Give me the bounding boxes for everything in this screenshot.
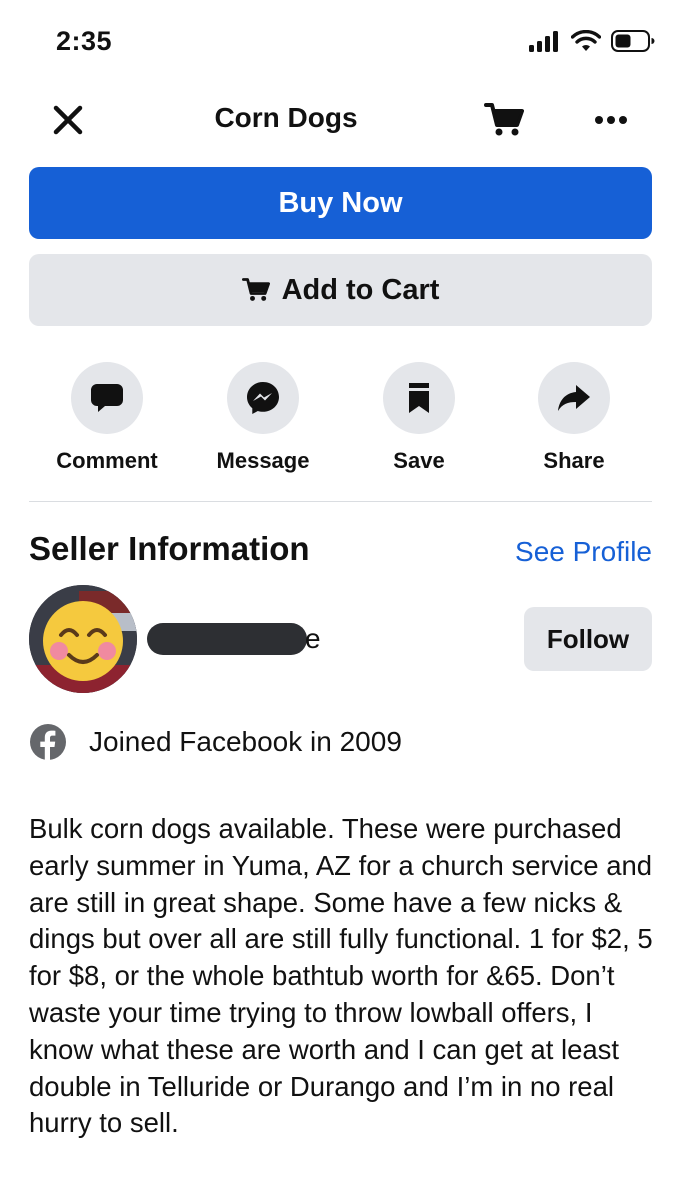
- save-action[interactable]: Save: [349, 362, 489, 474]
- status-icons: [529, 30, 655, 52]
- messenger-icon: [247, 382, 279, 414]
- status-time: 2:35: [56, 26, 113, 56]
- seller-name-suffix: e: [305, 623, 321, 654]
- more-button[interactable]: [592, 108, 632, 132]
- signal-icon: [529, 31, 558, 52]
- share-label: Share: [543, 448, 605, 473]
- listing-description: Bulk corn dogs available. These were pur…: [29, 813, 653, 1139]
- smiling-emoji-icon: [29, 585, 137, 693]
- cart-button[interactable]: [484, 102, 524, 138]
- cart-icon: [484, 103, 524, 136]
- message-action[interactable]: Message: [193, 362, 333, 474]
- bookmark-icon: [409, 383, 429, 413]
- page-title: Corn Dogs: [214, 102, 358, 133]
- name-redaction: [147, 623, 307, 655]
- see-profile-link[interactable]: See Profile: [515, 536, 652, 568]
- action-row: Comment Message Save Share: [29, 362, 652, 482]
- close-icon: [53, 105, 83, 135]
- message-label: Message: [216, 448, 310, 473]
- comment-icon: [91, 384, 123, 412]
- avatar[interactable]: [29, 585, 137, 693]
- close-button[interactable]: [50, 102, 86, 138]
- follow-button[interactable]: Follow: [524, 607, 652, 671]
- seller-info-heading: Seller Information: [29, 530, 310, 567]
- cart-icon: [241, 278, 270, 301]
- add-to-cart-button[interactable]: Add to Cart: [29, 254, 652, 326]
- joined-row: Joined Facebook in 2009: [29, 722, 402, 762]
- save-action-circle: [383, 362, 455, 434]
- nav-bar: Corn Dogs: [0, 88, 681, 152]
- share-action-circle: [538, 362, 610, 434]
- buy-now-label: Buy Now: [278, 186, 403, 219]
- save-label: Save: [393, 448, 445, 473]
- add-to-cart-label: Add to Cart: [281, 273, 440, 306]
- seller-name[interactable]: e: [147, 623, 322, 655]
- facebook-icon: [30, 724, 66, 761]
- comment-action[interactable]: Comment: [37, 362, 177, 474]
- more-icon: [595, 116, 627, 124]
- share-action[interactable]: Share: [504, 362, 644, 474]
- status-bar: 2:35: [0, 0, 681, 80]
- divider: [29, 501, 652, 502]
- message-action-circle: [227, 362, 299, 434]
- share-icon: [558, 385, 590, 411]
- comment-action-circle: [71, 362, 143, 434]
- buy-now-button[interactable]: Buy Now: [29, 167, 652, 239]
- wifi-icon: [571, 30, 601, 51]
- comment-label: Comment: [56, 448, 158, 473]
- battery-icon: [611, 30, 655, 52]
- follow-label: Follow: [546, 623, 630, 654]
- joined-text: Joined Facebook in 2009: [89, 726, 402, 757]
